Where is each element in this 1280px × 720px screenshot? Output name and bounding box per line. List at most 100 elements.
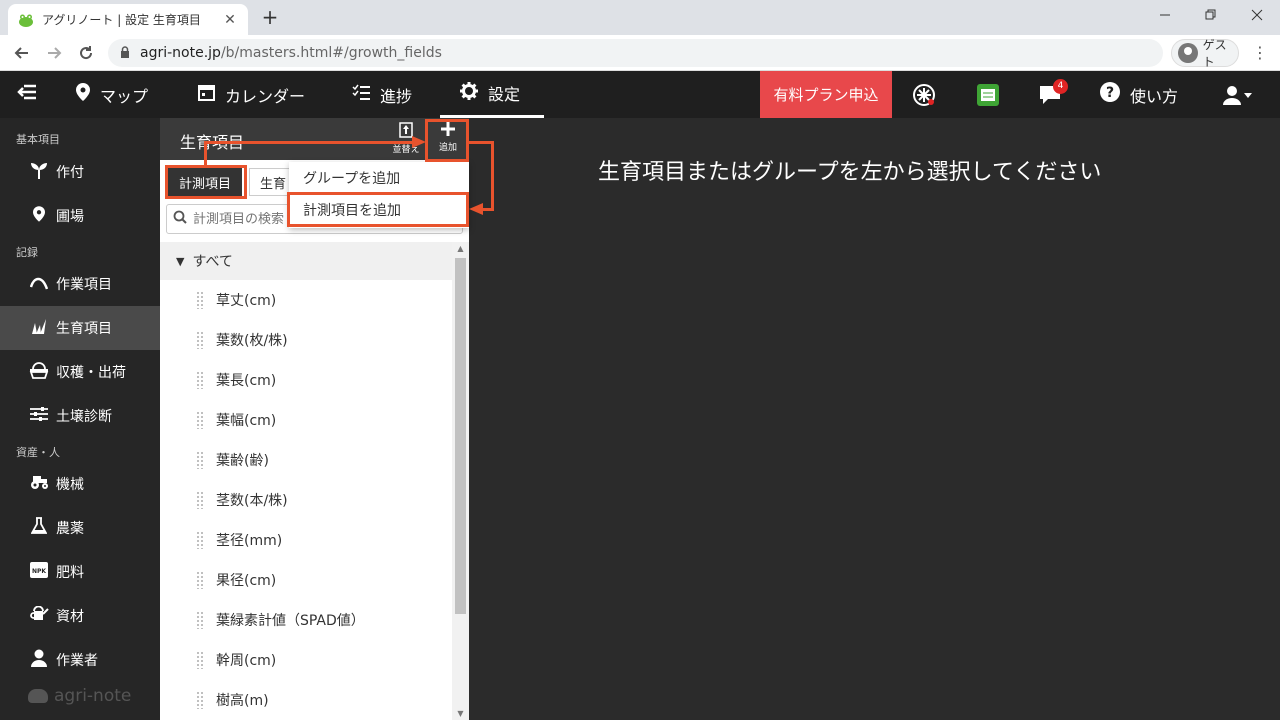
add-button[interactable]: 追加 [432,122,464,153]
list-item[interactable]: 茎径(mm) [160,520,452,560]
user-menu-icon[interactable] [1220,71,1256,118]
drag-handle-icon[interactable] [196,691,204,709]
list-item-label: 果径(cm) [216,573,277,589]
list-item-label: 葉幅(cm) [216,413,277,429]
sidebar-item-label: 生育項目 [56,321,112,337]
sidebar-item-label: 機械 [56,477,84,493]
tab-close-icon[interactable]: ✕ [222,12,238,28]
sidebar-item-workers[interactable]: 作業者 [0,638,160,682]
notification-icon[interactable]: 4 [1038,71,1068,118]
list-item-label: 葉緑素計値（SPAD値） [216,613,365,629]
nav-map[interactable]: マップ [76,71,148,118]
nav-settings-label: 設定 [488,85,521,104]
nav-calendar[interactable]: カレンダー [198,71,305,118]
list-item[interactable]: 葉数(枚/株) [160,320,452,360]
help-icon: ? [1100,82,1120,107]
list-item-label: 葉齢(齢) [216,453,269,469]
nav-calendar-label: カレンダー [225,86,306,106]
list-item[interactable]: 葉長(cm) [160,360,452,400]
reload-icon[interactable] [74,41,98,65]
list-item[interactable]: 幹周(cm) [160,640,452,680]
caret-down-icon: ▼ [176,254,185,268]
forward-arrow-icon[interactable] [42,41,66,65]
help-label: 使い方 [1130,86,1179,106]
collapse-menu-icon[interactable] [14,81,40,107]
scroll-up-icon[interactable]: ▲ [452,244,469,253]
drag-handle-icon[interactable] [196,331,204,349]
browser-tabbar: アグリノート | 設定 生育項目 ✕ + [0,0,1280,35]
sidebar-item-label: 圃場 [56,209,84,225]
list-item-label: 葉長(cm) [216,373,277,389]
list-item[interactable]: 葉齢(齢) [160,440,452,480]
nav-progress[interactable]: 進捗 [352,71,412,118]
sidebar-item-growth[interactable]: 生育項目 [0,306,160,350]
drag-handle-icon[interactable] [196,651,204,669]
drag-handle-icon[interactable] [196,451,204,469]
list-scrollbar[interactable]: ▲ ▼ [452,242,469,720]
sidebar-item-label: 作付 [56,165,84,181]
drag-handle-icon[interactable] [196,291,204,309]
search-icon [173,210,187,228]
scrollbar-thumb[interactable] [455,258,466,614]
sidebar-item-fertilizer[interactable]: NPK 肥料 [0,550,160,594]
browser-tab[interactable]: アグリノート | 設定 生育項目 ✕ [8,4,248,35]
drag-handle-icon[interactable] [196,411,204,429]
list-item-label: 葉数(枚/株) [216,333,288,349]
map-pin-icon [76,83,90,106]
upgrade-plan-button[interactable]: 有料プラン申込 [760,71,892,118]
add-dropdown-menu: グループを追加 計測項目を追加 [289,162,469,228]
list-item[interactable]: 果径(cm) [160,560,452,600]
sidebar-item-work[interactable]: 作業項目 [0,262,160,306]
list-item[interactable]: 葉幅(cm) [160,400,452,440]
brand-logo: agri-note [28,686,131,706]
minimize-icon[interactable] [1142,0,1188,30]
list-item[interactable]: 草丈(cm) [160,280,452,320]
tab-measurement-items[interactable]: 計測項目 [168,168,243,196]
profile-button[interactable]: ゲスト [1171,38,1239,69]
url-field[interactable]: agri-note.jp/b/masters.html#/growth_fiel… [108,39,1163,67]
sidebar-item-label: 肥料 [56,565,84,581]
list-item[interactable]: 茎数(本/株) [160,480,452,520]
nav-settings[interactable]: 設定 [440,71,544,118]
drag-handle-icon[interactable] [196,491,204,509]
list-item[interactable]: 葉緑素計値（SPAD値） [160,600,452,640]
panel-title: 生育項目 [180,133,245,152]
npk-bag-icon: NPK [28,561,50,583]
browser-menu-icon[interactable]: ⋮ [1250,43,1270,63]
tab-title: アグリノート | 設定 生育項目 [42,13,201,27]
url-path: /b/masters.html#/growth_fields [220,45,442,61]
app-header: マップ カレンダー 進捗 設定 有料プラン申込 4 ? 使い方 [0,71,1280,118]
drag-handle-icon[interactable] [196,571,204,589]
connector-line [469,141,494,144]
close-window-icon[interactable] [1234,0,1280,30]
back-arrow-icon[interactable] [10,41,34,65]
menu-item-add-group[interactable]: グループを追加 [289,162,469,194]
restore-icon[interactable] [1188,0,1234,30]
list-item[interactable]: 樹高(m) [160,680,452,720]
calendar-icon [198,84,215,106]
sidebar-item-materials[interactable]: 資材 [0,594,160,638]
drag-handle-icon[interactable] [196,371,204,389]
scroll-down-icon[interactable]: ▼ [452,709,469,718]
sidebar-item-crops[interactable]: 作付 [0,150,160,194]
list-item-label: 茎径(mm) [216,533,283,549]
drag-handle-icon[interactable] [196,611,204,629]
group-row-all[interactable]: ▼ すべて [160,242,452,280]
sidebar-item-pesticides[interactable]: 農薬 [0,506,160,550]
sidebar-item-fields[interactable]: 圃場 [0,194,160,238]
sidebar-section-assets: 資産・人 [16,446,60,459]
sidebar-item-soil[interactable]: 土壌診断 [0,394,160,438]
sidebar-item-label: 収穫・出荷 [56,365,126,381]
sidebar-item-harvest[interactable]: 収穫・出荷 [0,350,160,394]
group-label: すべて [192,254,233,270]
brand-name: agri-note [54,686,132,706]
new-tab-button[interactable]: + [258,6,282,30]
drag-handle-icon[interactable] [196,531,204,549]
sidebar-item-label: 農薬 [56,521,84,537]
help-link[interactable]: ? 使い方 [1100,71,1178,118]
sidebar-item-machines[interactable]: 機械 [0,462,160,506]
menu-item-add-measurement[interactable]: 計測項目を追加 [289,194,469,226]
farm-notebook-icon[interactable] [975,71,1001,118]
person-icon [28,649,50,671]
rice-stamp-icon[interactable] [910,71,938,118]
